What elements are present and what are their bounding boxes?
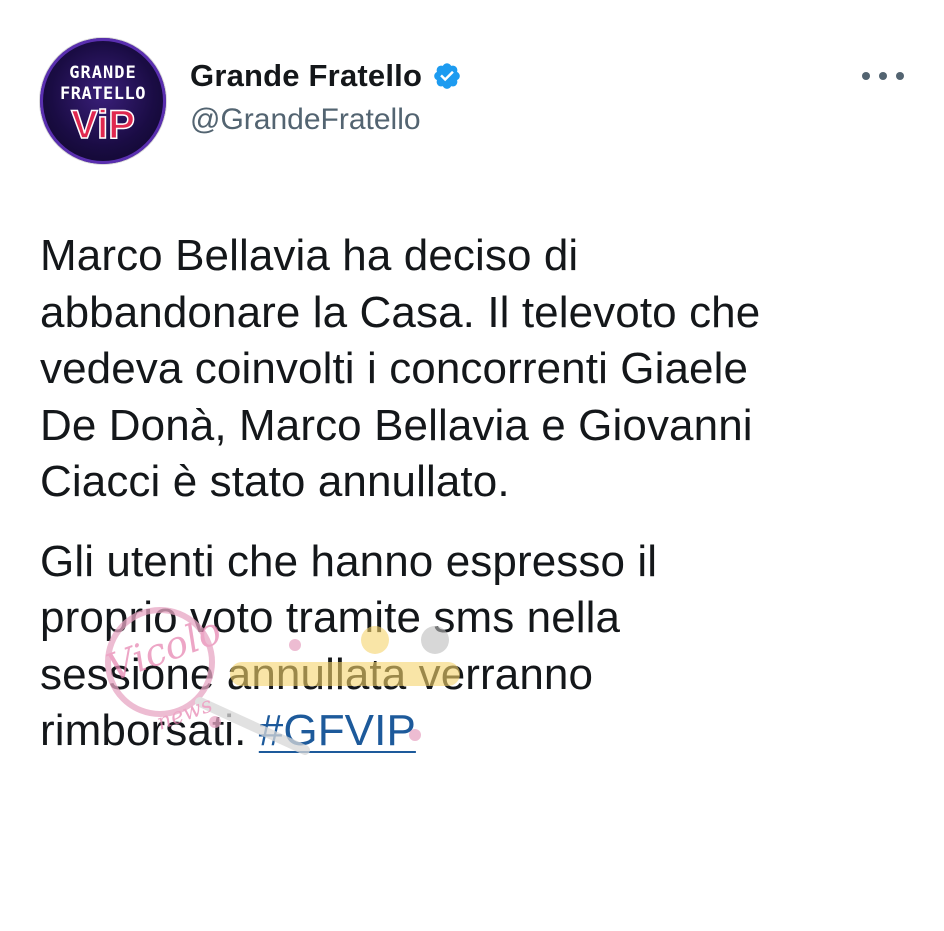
tweet-paragraph-2: Gli utenti che hanno espresso il proprio… — [40, 534, 920, 760]
verified-badge-icon — [434, 63, 460, 89]
author-display-name[interactable]: Grande Fratello — [190, 58, 422, 94]
svg-text:GRANDE: GRANDE — [69, 63, 136, 83]
hashtag-link[interactable]: #GFVIP — [259, 706, 416, 755]
more-options-button[interactable] — [862, 66, 904, 86]
more-dot-icon — [896, 72, 904, 80]
more-dot-icon — [862, 72, 870, 80]
tweet-paragraph-1: Marco Bellavia ha deciso di abbandonare … — [40, 231, 761, 506]
avatar[interactable]: GRANDE FRATELLO ViP — [40, 38, 166, 164]
gf-vip-logo-icon: GRANDE FRATELLO ViP — [60, 63, 146, 148]
svg-text:FRATELLO: FRATELLO — [60, 84, 146, 104]
more-dot-icon — [879, 72, 887, 80]
author-handle[interactable]: @GrandeFratello — [190, 103, 421, 137]
tweet-card: GRANDE FRATELLO ViP Grande Fratello @Gra… — [0, 0, 944, 931]
author-name-row: Grande Fratello — [190, 58, 462, 94]
svg-text:ViP: ViP — [71, 103, 135, 147]
tweet-text: Marco Bellavia ha deciso di abbandonare … — [40, 228, 920, 760]
